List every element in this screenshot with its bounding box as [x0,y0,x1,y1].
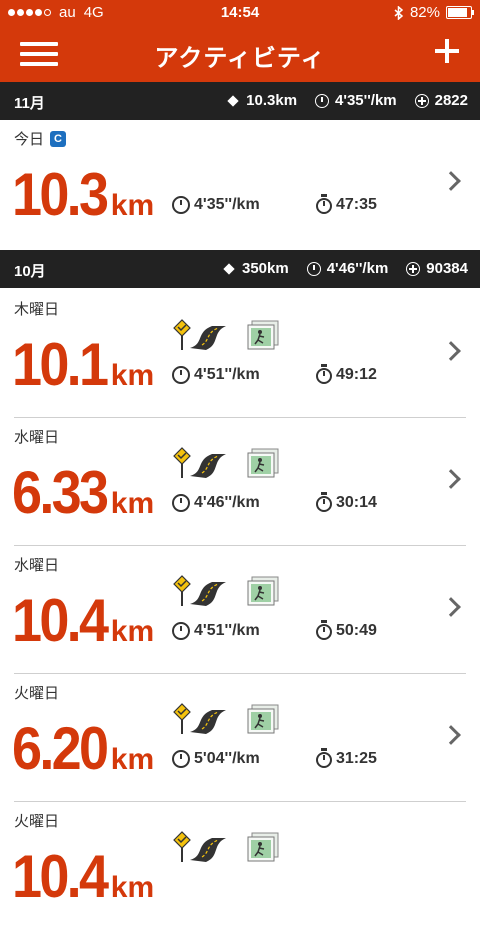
activity-row[interactable]: 今日 C 10.3 km 4'35''/km 47:35 [0,120,480,248]
distance-icon [227,94,239,107]
add-activity-button[interactable] [434,38,460,64]
stopwatch-icon [316,194,332,214]
duration-stat: 30:14 [316,492,377,512]
month-distance: 10.3km [246,92,298,109]
road-sign-icon [173,447,226,478]
month-distance: 350km [241,260,289,277]
distance-value: 6.33 km [12,459,155,526]
duration-stat: 47:35 [316,194,377,214]
photo-icon [247,704,279,734]
photo-icon [247,320,279,350]
nav-bar: アクティビティ [0,26,480,82]
pace-icon [172,622,190,640]
stopwatch-icon [316,364,332,384]
pace-stat: 4'46''/km [172,494,260,512]
activity-row[interactable]: 木曜日 10.1 km 4'51''/km 49:12 [0,290,480,418]
day-label: 火曜日 [14,813,60,830]
photo-icon [247,448,279,478]
page-title: アクティビティ [154,45,326,72]
stopwatch-icon [316,620,332,640]
duration-stat: 50:49 [316,620,377,640]
pace-stat: 4'51''/km [172,622,260,640]
distance-value: 6.20 km [12,715,155,782]
day-label: 木曜日 [14,301,60,318]
duration-stat: 49:12 [316,364,377,384]
photo-icon [247,576,279,606]
day-label: 水曜日 [14,429,60,446]
day-label: 火曜日 [14,685,60,702]
day-label: 今日 [14,131,45,148]
sync-icon: C [50,130,67,147]
fuel-icon [406,261,421,276]
chevron-right-icon[interactable] [441,597,461,617]
stopwatch-icon [316,492,332,512]
pace-stat: 5'04''/km [172,750,260,768]
status-right: 82% [394,4,474,21]
activity-row[interactable]: 火曜日 10.4 km [0,802,480,930]
chevron-right-icon[interactable] [441,341,461,361]
road-sign-icon [173,319,226,350]
activity-row[interactable]: 水曜日 10.4 km 4'51''/km 50:49 [0,546,480,674]
bluetooth-icon [394,5,404,20]
month-pace: 4'46''/km [326,260,389,277]
road-sign-icon [173,703,226,734]
distance-value: 10.4 km [12,843,155,910]
pace-icon [315,93,330,108]
photo-icon [247,832,279,862]
pace-icon [172,750,190,768]
month-fuel: 2822 [434,92,468,109]
pace-stat: 4'51''/km [172,366,260,384]
activity-row[interactable]: 火曜日 6.20 km 5'04''/km 31:25 [0,674,480,802]
status-bar: au 4G 14:54 82% [0,0,480,26]
month-header-october: 10月 350km 4'46''/km 90384 [0,250,480,288]
month-pace: 4'35''/km [335,92,397,109]
stopwatch-icon [316,748,332,768]
pace-icon [306,261,321,276]
chevron-right-icon[interactable] [441,725,461,745]
road-sign-icon [173,575,226,606]
battery-percent: 82% [409,4,440,21]
distance-icon [223,262,235,275]
duration-stat: 31:25 [316,748,377,768]
pace-icon [172,196,190,214]
battery-icon [446,6,474,19]
pace-stat: 4'35''/km [172,196,260,214]
month-header-november: 11月 10.3km 4'35''/km 2822 [0,82,480,120]
month-label: 10月 [14,263,46,280]
day-label: 水曜日 [14,557,60,574]
chevron-right-icon[interactable] [441,171,461,191]
fuel-icon [414,93,429,108]
distance-value: 10.3 km [12,161,155,228]
chevron-right-icon[interactable] [441,469,461,489]
pace-icon [172,366,190,384]
pace-icon [172,494,190,512]
road-sign-icon [173,831,226,862]
distance-value: 10.1 km [12,331,155,398]
activity-row[interactable]: 水曜日 6.33 km 4'46''/km 30:14 [0,418,480,546]
month-label: 11月 [14,95,45,112]
month-fuel: 90384 [426,260,468,277]
distance-value: 10.4 km [12,587,155,654]
